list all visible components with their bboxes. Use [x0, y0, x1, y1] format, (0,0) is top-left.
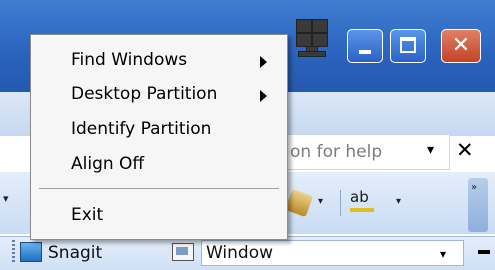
highlighter-dropdown-icon[interactable]: ▾ [318, 196, 323, 207]
minimize-icon [359, 50, 371, 54]
menu-item-exit[interactable]: Exit [71, 205, 103, 225]
toolbar-minimize-icon[interactable] [478, 250, 490, 254]
monitor-icon[interactable] [286, 19, 336, 57]
spelling-icon[interactable]: ab [350, 188, 369, 206]
menu-item-find-windows[interactable]: Find Windows [71, 50, 187, 70]
help-close-icon[interactable]: ✕ [456, 138, 474, 162]
monitor-pane [312, 33, 328, 47]
capture-mode-value[interactable]: Window [206, 243, 273, 263]
chevron-right-icon: » [471, 182, 478, 193]
menu-item-desktop-partition[interactable]: Desktop Partition [71, 84, 217, 104]
spelling-dropdown-icon[interactable]: ▾ [396, 196, 401, 207]
snagit-label[interactable]: Snagit [48, 243, 102, 263]
monitor-pane [296, 19, 312, 33]
menu-item-identify-partition[interactable]: Identify Partition [71, 119, 211, 139]
monitor-base [298, 51, 326, 57]
monitor-pane [296, 33, 312, 47]
close-icon: ✕ [451, 33, 471, 58]
maximize-icon [400, 37, 416, 53]
help-search-text[interactable]: on for help [290, 142, 382, 162]
minimize-button[interactable] [347, 29, 383, 63]
capture-icon[interactable] [172, 243, 194, 261]
context-menu: Find Windows Desktop Partition Identify … [30, 34, 288, 240]
submenu-arrow-icon [260, 90, 267, 102]
help-dropdown-icon[interactable]: ▾ [427, 142, 434, 158]
snagit-icon[interactable] [20, 242, 42, 262]
maximize-button[interactable] [390, 29, 426, 63]
close-button[interactable]: ✕ [441, 29, 481, 63]
menu-separator [39, 188, 279, 189]
combo-dropdown-icon[interactable]: ▾ [440, 247, 446, 261]
submenu-arrow-icon [260, 56, 267, 68]
monitor-pane [312, 19, 328, 33]
toolbar-grip[interactable] [12, 240, 15, 264]
toolbar-separator [340, 190, 341, 216]
menu-item-align-off[interactable]: Align Off [71, 154, 144, 174]
toolbar-dropdown-icon[interactable]: ▾ [3, 192, 9, 205]
spelling-underline [350, 208, 374, 212]
